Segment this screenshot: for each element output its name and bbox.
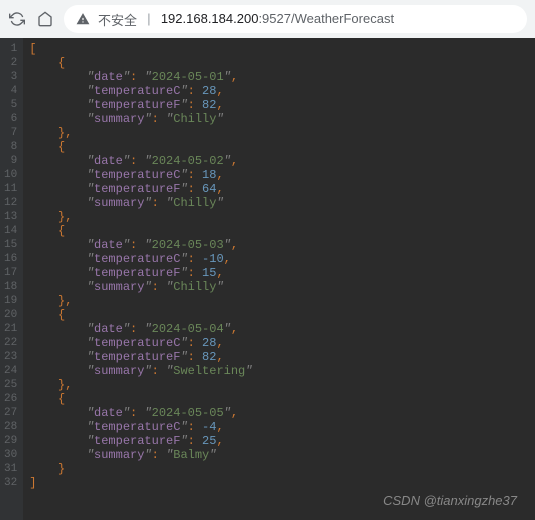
code-line: }, [29,126,252,140]
code-line: "summary": "Chilly" [29,280,252,294]
watermark: CSDN @tianxingzhe37 [383,493,517,508]
code-line: "temperatureC": -10, [29,252,252,266]
code-line: "summary": "Chilly" [29,196,252,210]
code-line: "date": "2024-05-04", [29,322,252,336]
code-line: "date": "2024-05-05", [29,406,252,420]
code-line: }, [29,294,252,308]
code-line: "temperatureC": 28, [29,84,252,98]
code-line: "temperatureF": 82, [29,98,252,112]
code-content[interactable]: [ { "date": "2024-05-01", "temperatureC"… [23,38,252,520]
code-line: "temperatureF": 15, [29,266,252,280]
code-line: "summary": "Chilly" [29,112,252,126]
code-line: "temperatureC": 28, [29,336,252,350]
code-line: [ [29,42,252,56]
warning-icon [76,12,90,26]
code-line: }, [29,378,252,392]
code-line: "date": "2024-05-02", [29,154,252,168]
line-gutter: 1234567891011121314151617181920212223242… [0,38,23,520]
refresh-icon[interactable] [8,10,26,28]
code-line: { [29,140,252,154]
code-line: { [29,224,252,238]
security-label: 不安全 [98,10,137,29]
browser-toolbar: 不安全 | 192.168.184.200:9527/WeatherForeca… [0,0,535,38]
code-line: "temperatureF": 82, [29,350,252,364]
code-line: { [29,392,252,406]
code-line: "summary": "Balmy" [29,448,252,462]
code-line: "temperatureC": 18, [29,168,252,182]
code-line: "date": "2024-05-03", [29,238,252,252]
code-line: ] [29,476,252,490]
address-bar[interactable]: 不安全 | 192.168.184.200:9527/WeatherForeca… [64,5,527,33]
home-icon[interactable] [36,10,54,28]
code-line: "temperatureF": 25, [29,434,252,448]
code-line: "summary": "Sweltering" [29,364,252,378]
code-line: "date": "2024-05-01", [29,70,252,84]
code-line: }, [29,210,252,224]
code-line: "temperatureF": 64, [29,182,252,196]
code-line: { [29,308,252,322]
code-viewer: 1234567891011121314151617181920212223242… [0,38,535,520]
code-line: "temperatureC": -4, [29,420,252,434]
code-line: } [29,462,252,476]
url-text: 192.168.184.200:9527/WeatherForecast [161,11,394,27]
code-line: { [29,56,252,70]
address-divider: | [145,12,153,27]
